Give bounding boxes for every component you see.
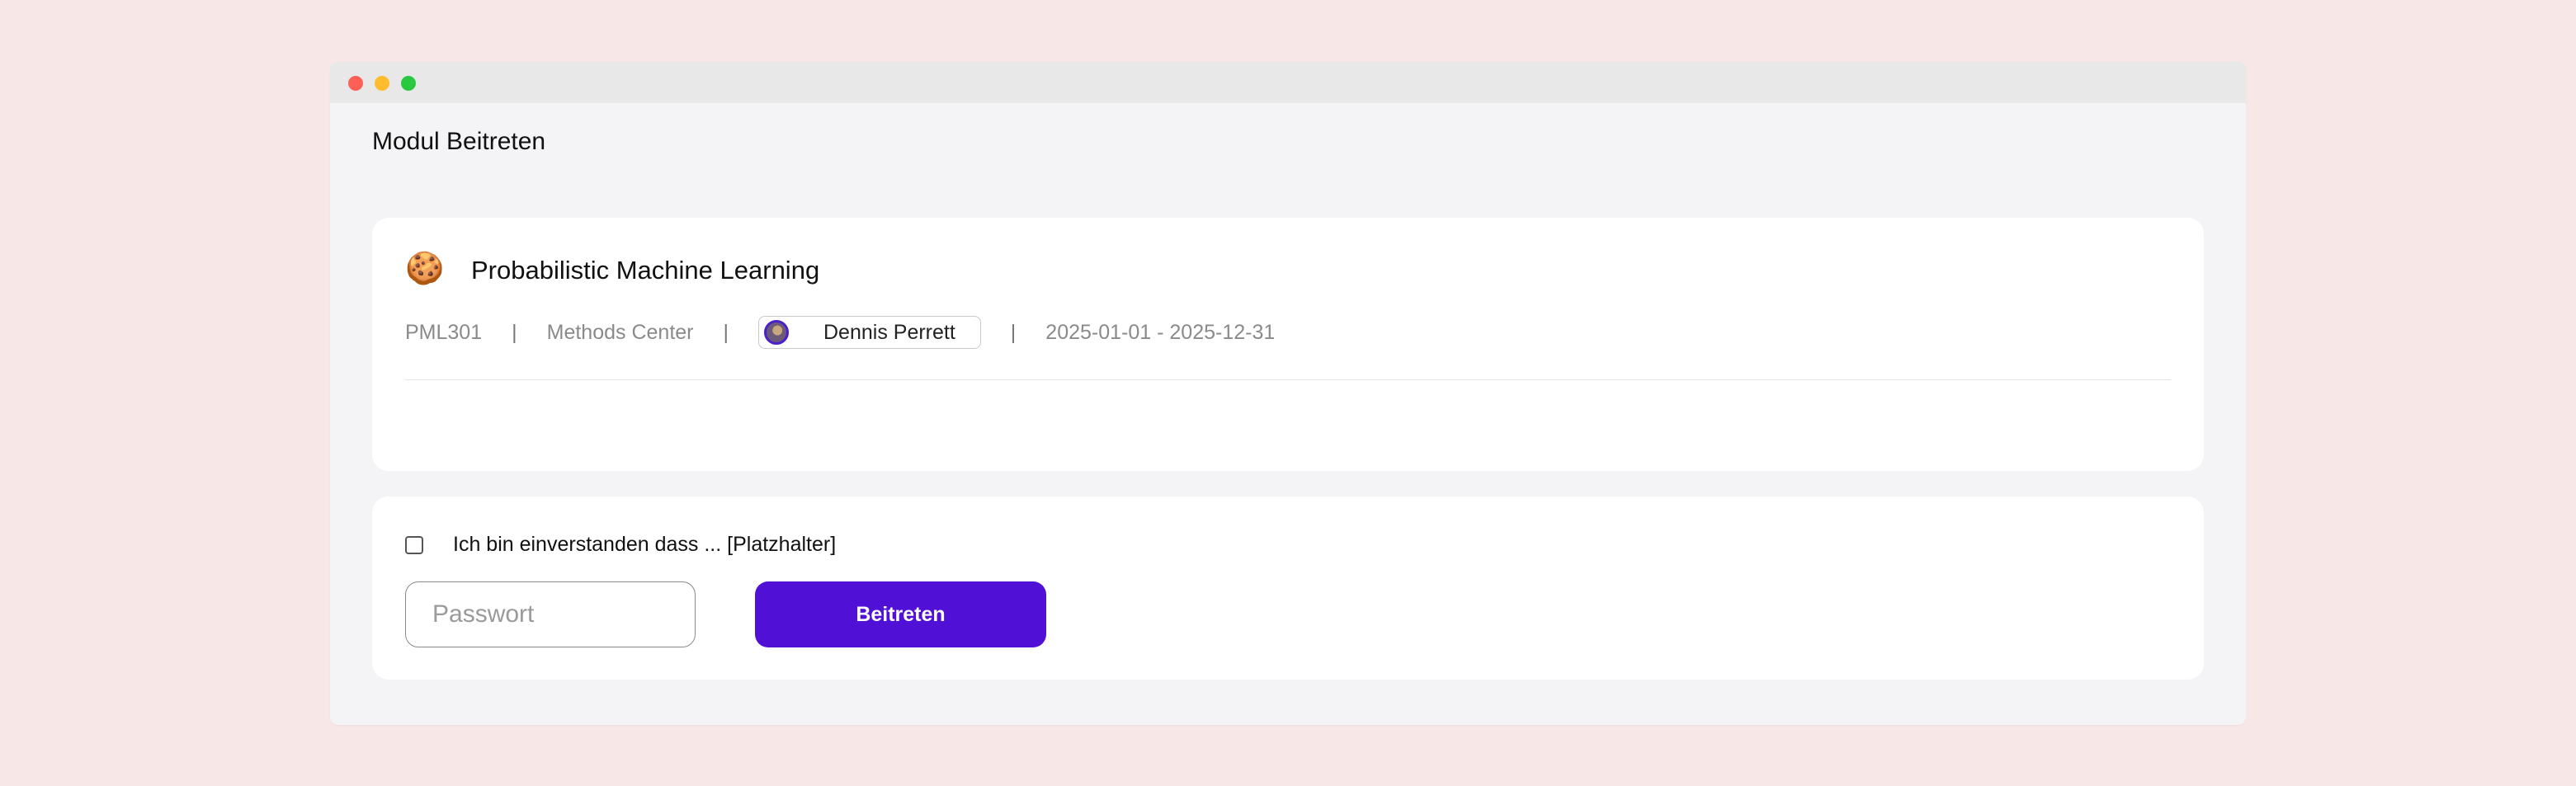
app-window: Modul Beitreten 🍪 Probabilistic Machine … (330, 62, 2246, 725)
owner-chip[interactable]: Dennis Perrett (758, 316, 981, 349)
separator: | (723, 320, 729, 344)
module-title: Probabilistic Machine Learning (471, 256, 820, 285)
password-input[interactable] (405, 581, 696, 647)
consent-row[interactable]: Ich bin einverstanden dass ... [Platzhal… (405, 533, 836, 557)
window-titlebar (330, 62, 2246, 103)
close-window-button[interactable] (348, 76, 363, 91)
consent-checkbox[interactable] (405, 535, 423, 554)
module-code: PML301 (405, 320, 483, 344)
separator: | (1010, 320, 1017, 344)
module-period: 2025-01-01 - 2025-12-31 (1045, 320, 1276, 344)
consent-label: Ich bin einverstanden dass ... [Platzhal… (453, 533, 837, 556)
join-button[interactable]: Beitreten (755, 581, 1046, 647)
module-meta: PML301 | Methods Center | Dennis Perrett… (405, 315, 1275, 350)
avatar (764, 320, 789, 345)
minimize-window-button[interactable] (375, 76, 389, 91)
separator: | (512, 320, 517, 344)
page-title: Modul Beitreten (372, 128, 546, 155)
module-card: 🍪 Probabilistic Machine Learning PML301 … (372, 218, 2204, 471)
join-card: Ich bin einverstanden dass ... [Platzhal… (372, 497, 2204, 680)
divider (405, 379, 2171, 380)
owner-name: Dennis Perrett (823, 320, 955, 344)
maximize-window-button[interactable] (401, 76, 416, 91)
cookie-icon: 🍪 (405, 252, 445, 286)
module-department: Methods Center (546, 320, 694, 344)
